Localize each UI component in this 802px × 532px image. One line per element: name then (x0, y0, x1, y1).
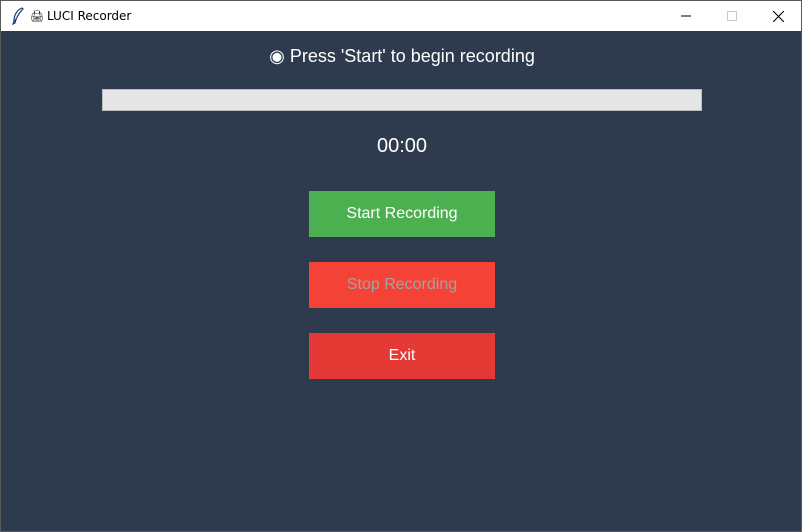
maximize-icon (727, 11, 737, 21)
maximize-button[interactable] (709, 1, 755, 31)
start-recording-button[interactable]: Start Recording (309, 191, 495, 237)
elapsed-timer: 00:00 (376, 135, 428, 157)
printer-icon: 🖨 (30, 9, 44, 23)
title-bar[interactable]: 🖨 LUCI Recorder (1, 0, 801, 31)
feather-icon (7, 5, 29, 27)
stop-recording-button[interactable]: Stop Recording (309, 262, 495, 308)
status-message: ◉ Press 'Start' to begin recording (269, 46, 535, 66)
window-title: 🖨 LUCI Recorder (30, 9, 131, 23)
close-button[interactable] (755, 1, 801, 31)
minimize-button[interactable] (663, 1, 709, 31)
minimize-icon (681, 15, 691, 17)
app-window: 🖨 LUCI Recorder ◉ Press 'Start' to begin… (0, 0, 802, 532)
exit-button[interactable]: Exit (309, 333, 495, 379)
window-controls (663, 1, 801, 31)
close-icon (772, 10, 784, 22)
progress-bar (102, 89, 702, 111)
window-title-label: LUCI Recorder (46, 9, 132, 23)
